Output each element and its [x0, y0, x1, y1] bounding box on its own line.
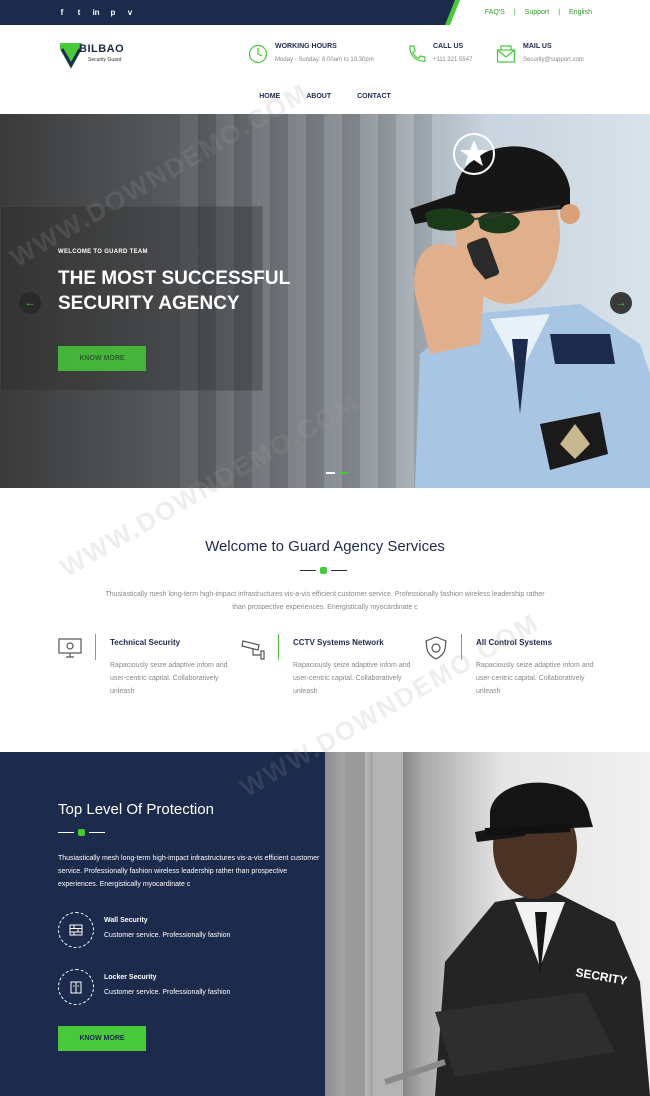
- service-text: Rapaciously seize adaptive infom and use…: [110, 662, 228, 695]
- hero-eyebrow: WELCOME TO GUARD TEAM: [58, 249, 148, 255]
- locker-icon: [70, 981, 82, 994]
- phone-number[interactable]: +111 321 5547: [433, 57, 472, 63]
- twitter-icon[interactable]: t: [75, 8, 83, 17]
- separator: |: [558, 9, 561, 16]
- mail-icon: [496, 45, 516, 63]
- mail-us: MAIL US Security@support.com: [496, 42, 606, 72]
- hero-title-line-2: SECURITY AGENCY: [58, 293, 240, 314]
- vimeo-icon[interactable]: v: [126, 8, 134, 17]
- slider-dot-active[interactable]: [339, 472, 348, 474]
- email-address[interactable]: Security@support.com: [523, 57, 584, 63]
- slider-dot[interactable]: [326, 472, 335, 474]
- linkedin-icon[interactable]: in: [92, 8, 100, 17]
- main-nav: HOME ABOUT CONTACT: [0, 93, 650, 100]
- header: BILBAO Security Guard WORKING HOURS Moda…: [0, 25, 650, 114]
- feature-title: Locker Security: [104, 974, 157, 981]
- support-link[interactable]: Support: [525, 9, 550, 16]
- service-separator: [278, 634, 279, 660]
- section-divider: [300, 567, 347, 574]
- wall-icon: [69, 924, 83, 936]
- facebook-icon[interactable]: f: [58, 8, 66, 17]
- working-hours-title: WORKING HOURS: [275, 43, 337, 50]
- logo-tagline: Security Guard: [88, 57, 122, 63]
- protection-title: Top Level Of Protection: [58, 801, 214, 818]
- pinterest-icon[interactable]: p: [109, 8, 117, 17]
- faq-link[interactable]: FAQ'S: [485, 9, 505, 16]
- feature-locker-security: Locker Security Customer service. Profes…: [58, 969, 318, 1007]
- nav-contact[interactable]: CONTACT: [357, 93, 391, 100]
- top-links: FAQ'S | Support | English: [485, 0, 592, 25]
- feature-text: Customer service. Professionally fashion: [104, 989, 231, 996]
- service-technical-security: Technical Security Rapaciously seize ada…: [58, 634, 238, 704]
- security-guard-photo-2: SECRITY: [325, 752, 650, 1096]
- hero-title: THE MOST SUCCESSFUL SECURITY AGENCY: [58, 266, 318, 316]
- page: f t in p v FAQ'S | Support | English BIL…: [0, 0, 650, 1096]
- feature-text: Customer service. Professionally fashion: [104, 932, 231, 939]
- separator: |: [513, 9, 516, 16]
- working-hours: WORKING HOURS Moday - Sunday: 8.00am to …: [248, 42, 398, 72]
- divider-line: [89, 832, 105, 833]
- feature-icon-circle: [58, 969, 94, 1005]
- phone-icon: [409, 45, 426, 62]
- protection-know-more-button[interactable]: KNOW MORE: [58, 1026, 146, 1051]
- protection-section: Top Level Of Protection Thusiastically m…: [0, 752, 325, 1096]
- mail-us-title: MAIL US: [523, 43, 552, 50]
- feature-title: Wall Security: [104, 917, 148, 924]
- clock-icon: [248, 44, 268, 64]
- social-links: f t in p v: [58, 0, 134, 25]
- welcome-text: Thusiastically mesh long-term high-impac…: [105, 591, 545, 611]
- language-link[interactable]: English: [569, 9, 592, 16]
- arrow-right-icon[interactable]: →: [610, 292, 632, 314]
- service-separator: [95, 634, 96, 660]
- call-us: CALL US +111 321 5547: [406, 42, 496, 72]
- slider-dots: [326, 472, 348, 474]
- monitor-icon: [58, 638, 82, 658]
- arrow-left-icon[interactable]: ←: [19, 292, 41, 314]
- divider-line: [300, 570, 316, 571]
- working-hours-text: Moday - Sunday: 8.00am to 10.30pm: [275, 57, 374, 63]
- hero-know-more-button[interactable]: KNOW MORE: [58, 346, 146, 371]
- lock-icon: [320, 567, 327, 574]
- protection-text: Thusiastically mesh long-term high-impac…: [58, 855, 320, 888]
- service-title[interactable]: CCTV Systems Network: [293, 638, 384, 647]
- feature-wall-security: Wall Security Customer service. Professi…: [58, 912, 318, 950]
- section-divider: [58, 829, 105, 836]
- service-title[interactable]: Technical Security: [110, 638, 180, 647]
- hero-title-line-1: THE MOST SUCCESSFUL: [58, 268, 291, 289]
- divider-line: [58, 832, 74, 833]
- divider-line: [331, 570, 347, 571]
- service-text: Rapaciously seize adaptive infom and use…: [476, 662, 594, 695]
- lock-icon: [78, 829, 85, 836]
- feature-icon-circle: [58, 912, 94, 948]
- call-us-title: CALL US: [433, 43, 464, 50]
- logo[interactable]: BILBAO Security Guard: [58, 41, 138, 73]
- logo-name: BILBAO: [79, 43, 125, 55]
- guard-illustration: SECRITY: [345, 752, 650, 1096]
- cctv-icon: [241, 640, 265, 660]
